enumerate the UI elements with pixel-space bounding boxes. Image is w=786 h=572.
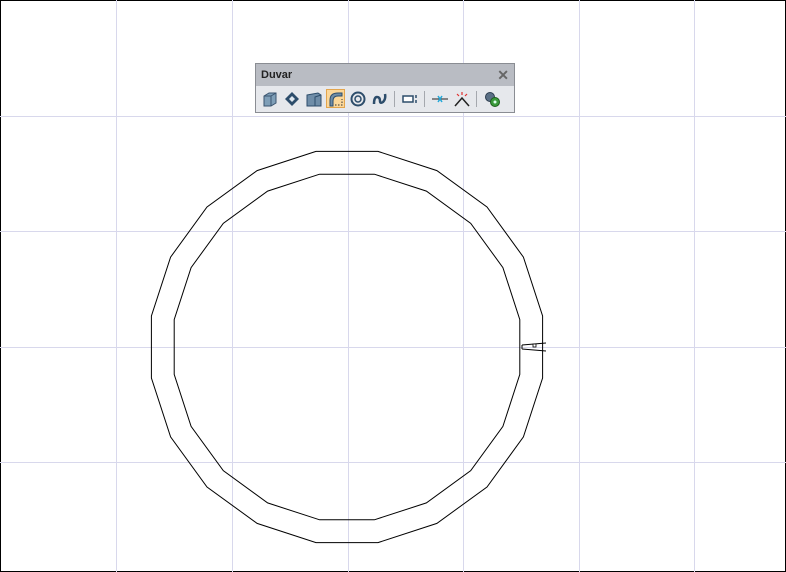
curve-wall-icon [372, 93, 386, 104]
circle-wall-button[interactable] [348, 89, 367, 108]
wall-toolbar: Duvar ✕ [255, 63, 515, 113]
wall-offset-button[interactable] [400, 89, 419, 108]
arc-wall-button[interactable] [326, 89, 345, 108]
circle-wall-icon [350, 91, 365, 106]
straight-wall-button[interactable] [260, 89, 279, 108]
corner-wall-button[interactable] [304, 89, 323, 108]
corner-wall-icon [306, 91, 321, 106]
arc-wall-icon [329, 92, 342, 106]
toolbar-separator [476, 90, 477, 107]
split-icon [431, 95, 448, 102]
wall-trim-button[interactable] [452, 89, 471, 108]
diamond-wall-icon [284, 91, 299, 106]
gears-icon [484, 91, 500, 107]
trim-icon [453, 91, 470, 106]
toolbar-titlebar[interactable]: Duvar ✕ [256, 64, 514, 86]
wall-offset-icon [401, 94, 417, 103]
wall-endpoint-marker [532, 343, 537, 348]
brick-wall-icon [263, 92, 276, 106]
polygon-wall-button[interactable] [282, 89, 301, 108]
wall-settings-button[interactable] [482, 89, 501, 108]
toolbar-separator [394, 90, 395, 107]
wall-split-button[interactable] [430, 89, 449, 108]
toolbar-separator [424, 90, 425, 107]
curve-wall-button[interactable] [370, 89, 389, 108]
toolbar-title: Duvar [261, 69, 293, 81]
close-icon[interactable]: ✕ [497, 67, 509, 84]
